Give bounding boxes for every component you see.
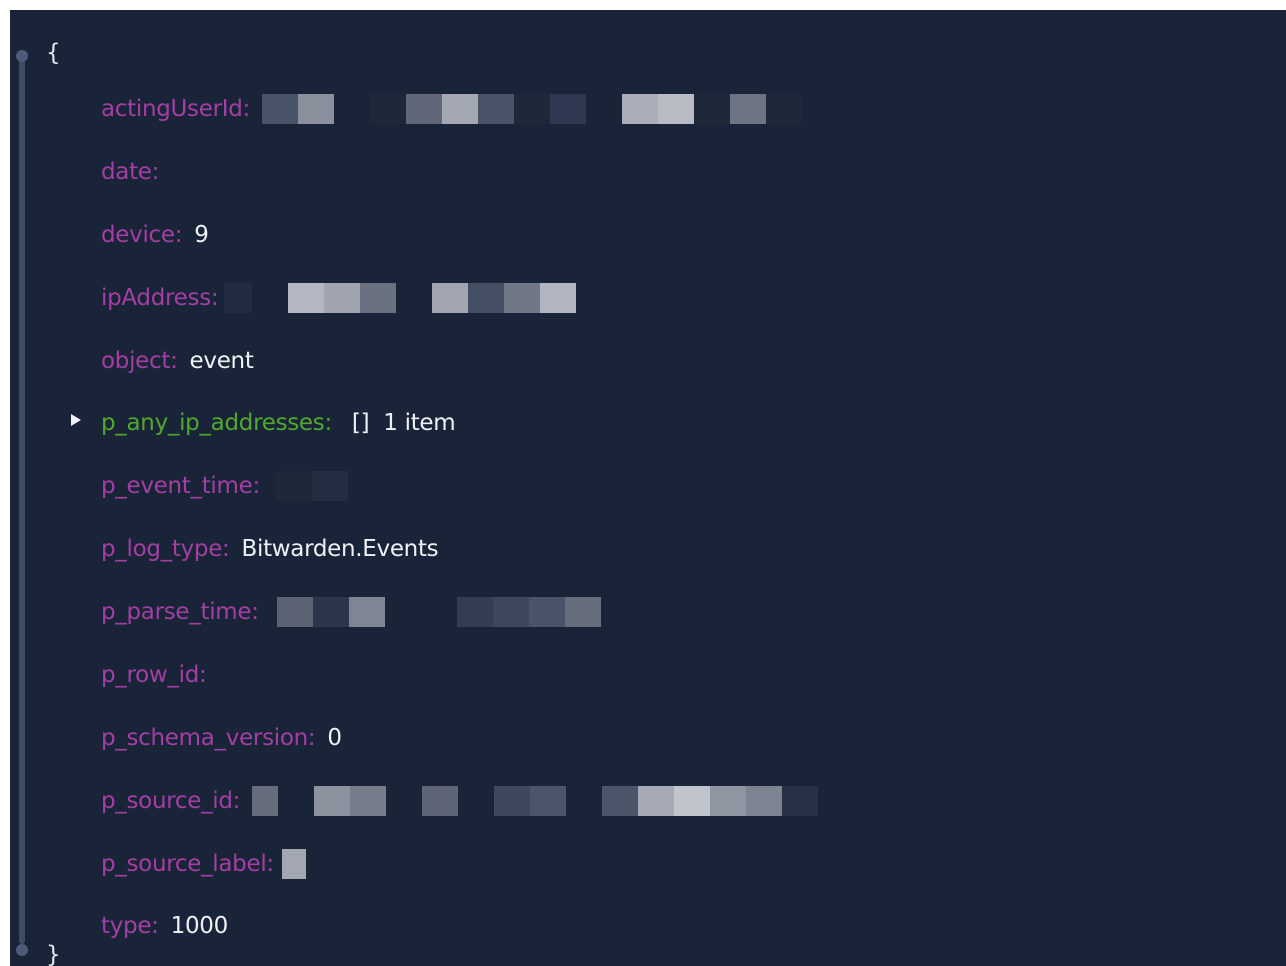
field-value: 0 [327, 725, 342, 751]
redacted-value [281, 849, 306, 879]
field-key: p_log_type: [101, 536, 230, 562]
redacted-value [261, 94, 802, 124]
redacted-value [252, 786, 819, 816]
field-value: event [189, 348, 254, 374]
array-brackets: [] [351, 410, 370, 436]
field-key: p_row_id: [101, 662, 207, 688]
field-row-p_row_id: p_row_id: [101, 658, 218, 692]
field-row-p_event_time: p_event_time: [101, 469, 348, 503]
field-value: Bitwarden.Events [241, 536, 439, 562]
field-row-object: object: event [101, 344, 254, 378]
field-key: date: [101, 159, 160, 185]
field-key: device: [101, 222, 183, 248]
collapse-toggle-top-icon[interactable] [16, 50, 28, 62]
collapse-toggle-bottom-icon[interactable] [16, 944, 28, 956]
caret-right-icon[interactable] [71, 414, 81, 426]
field-key: p_source_id: [101, 788, 241, 814]
field-row-p_log_type: p_log_type: Bitwarden.Events [101, 532, 439, 566]
field-key: p_parse_time: [101, 599, 259, 625]
field-key: actingUserId: [101, 96, 250, 122]
field-key[interactable]: p_any_ip_addresses: [101, 410, 332, 436]
field-key: p_event_time: [101, 473, 260, 499]
field-key: p_source_label: [101, 851, 274, 877]
field-row-type: type: 1000 [101, 909, 228, 943]
redacted-value [276, 597, 601, 627]
close-brace: } [46, 942, 61, 966]
field-key: type: [101, 913, 159, 939]
redacted-value [275, 471, 348, 501]
field-key: object: [101, 348, 178, 374]
redacted-value [224, 283, 577, 313]
item-count: 1 item [383, 410, 456, 436]
field-key: p_schema_version: [101, 725, 316, 751]
field-row-device: device: 9 [101, 218, 209, 252]
json-viewer: { actingUserId: date: device: 9 ipAddres… [10, 10, 1286, 966]
field-row-p_parse_time: p_parse_time: [101, 595, 601, 629]
field-row-date: date: [101, 155, 171, 189]
field-value: 9 [194, 222, 209, 248]
field-value: 1000 [170, 913, 229, 939]
field-row-p_schema_version: p_schema_version: 0 [101, 721, 342, 755]
field-row-p_any_ip_addresses[interactable]: p_any_ip_addresses: [] 1 item [71, 406, 456, 440]
field-row-actingUserId: actingUserId: [101, 92, 802, 126]
open-brace: { [46, 40, 61, 66]
field-row-p_source_id: p_source_id: [101, 784, 819, 818]
field-row-ipAddress: ipAddress: [101, 281, 577, 315]
collapse-guide-line[interactable] [19, 56, 25, 944]
field-key: ipAddress: [101, 285, 219, 311]
field-row-p_source_label: p_source_label: [101, 847, 306, 881]
